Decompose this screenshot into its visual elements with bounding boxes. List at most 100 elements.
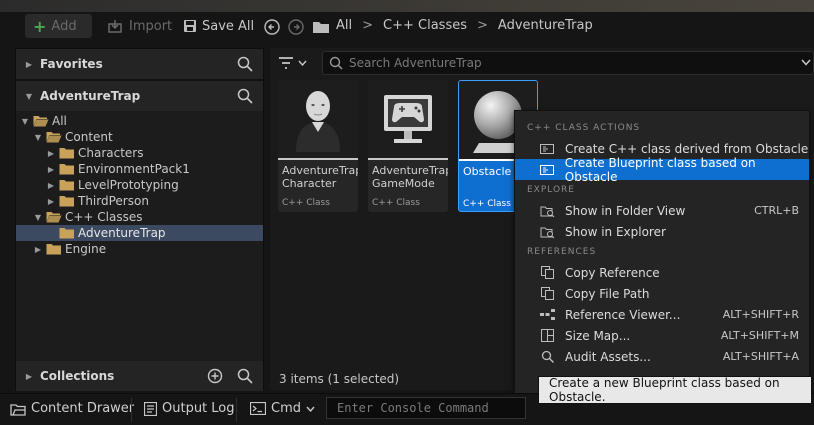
- person-icon: [278, 80, 358, 158]
- tree-item-label: AdventureTrap: [78, 226, 166, 240]
- menu-item-label: Create C++ class derived from Obstacle: [565, 141, 809, 156]
- folder-icon[interactable]: [312, 19, 330, 34]
- chevron-down-icon[interactable]: ▼: [33, 132, 43, 142]
- add-collection-icon[interactable]: [207, 368, 223, 384]
- chevron-down-icon: ▼: [25, 91, 33, 101]
- chevron-right-icon: [46, 228, 56, 238]
- asset-type: C++ Class: [282, 198, 330, 208]
- tooltip-text: Create a new Blueprint class based on Ob…: [549, 376, 780, 404]
- breadcrumb-cpp-classes[interactable]: C++ Classes: [383, 18, 467, 33]
- save-icon: [183, 19, 197, 33]
- output-log-button[interactable]: Output Log: [144, 401, 235, 416]
- tree-item-label: All: [52, 114, 67, 128]
- menu-item-audit-assets[interactable]: Audit Assets... ALT+SHIFT+A: [515, 346, 809, 367]
- audit-icon: [539, 350, 555, 364]
- divider: [236, 398, 237, 422]
- collections-label: Collections: [40, 369, 115, 383]
- add-button[interactable]: + Add: [25, 14, 92, 38]
- import-icon: [108, 19, 124, 33]
- favorites-label: Favorites: [40, 57, 103, 71]
- reference-graph-icon: [539, 308, 555, 322]
- asset-name: AdventureTrap Character: [282, 164, 358, 190]
- content-browser-toolbar: + Add Import Save All All > C++ Classes …: [0, 0, 814, 52]
- menu-item-label: Copy File Path: [565, 286, 650, 301]
- size-map-icon: [539, 329, 555, 343]
- search-placeholder: Search AdventureTrap: [349, 56, 482, 70]
- search-icon[interactable]: [237, 368, 253, 384]
- breadcrumb-all[interactable]: All: [336, 18, 352, 33]
- chevron-down-icon: [306, 406, 315, 412]
- console-input[interactable]: Enter Console Command: [326, 397, 526, 419]
- search-icon[interactable]: [237, 88, 253, 104]
- favorites-header[interactable]: ▶ Favorites: [16, 49, 263, 79]
- cmd-dropdown[interactable]: Cmd: [250, 401, 315, 416]
- menu-item-show-in-explorer[interactable]: Show in Explorer: [515, 221, 809, 242]
- adventuretrap-header[interactable]: ▼ AdventureTrap: [16, 81, 263, 111]
- copy-icon: [539, 266, 555, 280]
- cmd-label: Cmd: [271, 401, 301, 416]
- menu-item-shortcut: ALT+SHIFT+M: [720, 329, 799, 342]
- chevron-right-icon[interactable]: ▶: [46, 196, 56, 206]
- content-drawer-button[interactable]: Content Drawer: [10, 401, 134, 416]
- folder-icon: [46, 243, 62, 255]
- folder-search-icon: [539, 204, 555, 218]
- chevron-right-icon[interactable]: ▶: [46, 180, 56, 190]
- back-icon[interactable]: [264, 19, 280, 35]
- chevron-down-icon[interactable]: ▼: [20, 116, 30, 126]
- search-input[interactable]: Search AdventureTrap: [322, 51, 814, 75]
- output-log-label: Output Log: [162, 401, 235, 416]
- forward-icon[interactable]: [288, 19, 304, 35]
- collections-header[interactable]: ▶ Collections: [16, 361, 263, 391]
- menu-item-label: Reference Viewer...: [565, 307, 681, 322]
- filter-button[interactable]: [278, 52, 314, 74]
- tree-item[interactable]: ▼ All: [16, 113, 263, 129]
- tree-item-label: Characters: [78, 146, 144, 160]
- import-button[interactable]: Import: [100, 14, 180, 38]
- filter-icon: [278, 56, 294, 70]
- tree-item[interactable]: ▶ EnvironmentPack1: [16, 161, 263, 177]
- folder-search-icon: [539, 225, 555, 239]
- menu-item-label: Audit Assets...: [565, 349, 651, 364]
- menu-item-label: Create Blueprint class based on Obstacle: [564, 155, 756, 184]
- menu-item-create-blueprint-class[interactable]: Create Blueprint class based on Obstacle: [515, 156, 809, 184]
- menu-item-copy-reference[interactable]: Copy Reference: [515, 262, 809, 283]
- menu-item-reference-viewer[interactable]: Reference Viewer... ALT+SHIFT+R: [515, 304, 809, 325]
- save-all-button[interactable]: Save All: [175, 14, 262, 38]
- divider: [131, 398, 132, 422]
- tree-item[interactable]: ▼ Content: [16, 129, 263, 145]
- search-icon[interactable]: [237, 56, 253, 72]
- tree-item[interactable]: ▶ LevelPrototyping: [16, 177, 263, 193]
- folder-icon: [59, 227, 75, 239]
- folder-open-icon: [33, 115, 49, 127]
- chevron-down-icon: [298, 60, 307, 66]
- menu-item-shortcut: ALT+SHIFT+A: [722, 350, 799, 363]
- breadcrumb-separator: >: [362, 18, 374, 33]
- tree-item[interactable]: AdventureTrap: [16, 225, 263, 241]
- chevron-right-icon[interactable]: ▶: [46, 148, 56, 158]
- menu-item-size-map[interactable]: Size Map... ALT+SHIFT+M: [515, 325, 809, 346]
- tree-item-label: LevelPrototyping: [78, 178, 179, 192]
- tree-item-label: EnvironmentPack1: [78, 162, 190, 176]
- chevron-right-icon[interactable]: ▶: [33, 244, 43, 254]
- folder-icon: [59, 163, 75, 175]
- tree-item[interactable]: ▼ C++ Classes: [16, 209, 263, 225]
- chevron-right-icon[interactable]: ▶: [46, 164, 56, 174]
- context-menu: C++ CLASS ACTIONS Create C++ class deriv…: [514, 110, 810, 406]
- tree-item[interactable]: ▶ ThirdPerson: [16, 193, 263, 209]
- menu-item-copy-file-path[interactable]: Copy File Path: [515, 283, 809, 304]
- tree-item-label: Engine: [65, 242, 107, 256]
- asset-tile-gamemode[interactable]: AdventureTrap GameMode C++ Class: [368, 80, 448, 212]
- blueprint-class-icon: [539, 163, 555, 177]
- menu-item-label: Copy Reference: [565, 265, 660, 280]
- breadcrumb-adventuretrap[interactable]: AdventureTrap: [498, 18, 593, 33]
- terminal-icon: [250, 402, 266, 415]
- folder-open-icon: [46, 131, 62, 143]
- asset-tile-character[interactable]: AdventureTrap Character C++ Class: [278, 80, 358, 212]
- tree-item[interactable]: ▶ Characters: [16, 145, 263, 161]
- save-all-label: Save All: [202, 18, 255, 34]
- console-placeholder: Enter Console Command: [337, 401, 489, 415]
- menu-item-show-in-folder-view[interactable]: Show in Folder View CTRL+B: [515, 200, 809, 221]
- chevron-down-icon[interactable]: ▼: [33, 212, 43, 222]
- tree-item[interactable]: ▶ Engine: [16, 241, 263, 257]
- chevron-down-icon[interactable]: [801, 59, 811, 66]
